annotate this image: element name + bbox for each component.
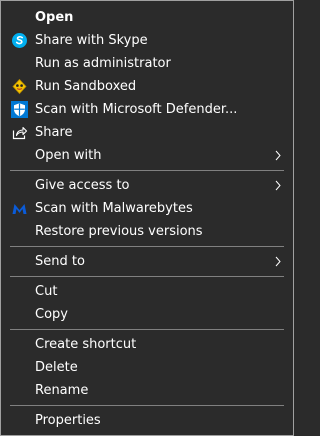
menu-separator: [1, 167, 293, 174]
context-menu: Open Share with Skype Run as administrat…: [0, 0, 294, 436]
menu-item-copy[interactable]: Copy: [1, 303, 293, 326]
chevron-right-icon: [273, 250, 283, 273]
menu-item-run-sandboxed-label: Run Sandboxed: [35, 79, 137, 94]
malwarebytes-icon: [11, 200, 28, 217]
menu-item-give-access-to[interactable]: Give access to: [1, 174, 293, 197]
menu-item-delete-label: Delete: [35, 360, 78, 375]
menu-item-share-with-skype[interactable]: Share with Skype: [1, 29, 293, 52]
skype-icon: [11, 32, 28, 49]
menu-item-rename[interactable]: Rename: [1, 379, 293, 402]
menu-item-delete[interactable]: Delete: [1, 356, 293, 379]
menu-item-share-with-skype-label: Share with Skype: [35, 33, 148, 48]
menu-item-scan-with-malwarebytes[interactable]: Scan with Malwarebytes: [1, 197, 293, 220]
menu-item-scan-with-defender[interactable]: Scan with Microsoft Defender...: [1, 98, 293, 121]
menu-separator: [1, 243, 293, 250]
menu-item-properties-label: Properties: [35, 413, 101, 428]
share-icon: [11, 124, 28, 141]
menu-item-copy-label: Copy: [35, 307, 68, 322]
defender-shield-icon: [11, 101, 28, 118]
menu-item-run-sandboxed[interactable]: Run Sandboxed: [1, 75, 293, 98]
menu-item-scan-with-malwarebytes-label: Scan with Malwarebytes: [35, 201, 193, 216]
menu-item-run-as-administrator-label: Run as administrator: [35, 56, 171, 71]
menu-item-share-label: Share: [35, 125, 73, 140]
menu-separator: [1, 402, 293, 409]
menu-item-send-to-label: Send to: [35, 254, 85, 269]
chevron-right-icon: [273, 174, 283, 197]
menu-item-cut-label: Cut: [35, 284, 58, 299]
menu-item-open-label: Open: [35, 10, 74, 25]
menu-separator: [1, 273, 293, 280]
menu-item-properties[interactable]: Properties: [1, 409, 293, 432]
menu-item-restore-previous-versions[interactable]: Restore previous versions: [1, 220, 293, 243]
menu-item-create-shortcut-label: Create shortcut: [35, 337, 137, 352]
menu-item-open-with-label: Open with: [35, 148, 102, 163]
chevron-right-icon: [273, 144, 283, 167]
menu-item-scan-with-defender-label: Scan with Microsoft Defender...: [35, 102, 238, 117]
menu-item-share[interactable]: Share: [1, 121, 293, 144]
menu-item-run-as-administrator[interactable]: Run as administrator: [1, 52, 293, 75]
menu-item-open-with[interactable]: Open with: [1, 144, 293, 167]
menu-item-rename-label: Rename: [35, 383, 89, 398]
menu-separator: [1, 326, 293, 333]
menu-item-send-to[interactable]: Send to: [1, 250, 293, 273]
menu-item-cut[interactable]: Cut: [1, 280, 293, 303]
menu-item-open[interactable]: Open: [1, 6, 293, 29]
menu-item-create-shortcut[interactable]: Create shortcut: [1, 333, 293, 356]
menu-item-give-access-to-label: Give access to: [35, 178, 130, 193]
menu-item-restore-previous-versions-label: Restore previous versions: [35, 224, 203, 239]
sandboxie-icon: [11, 78, 28, 95]
